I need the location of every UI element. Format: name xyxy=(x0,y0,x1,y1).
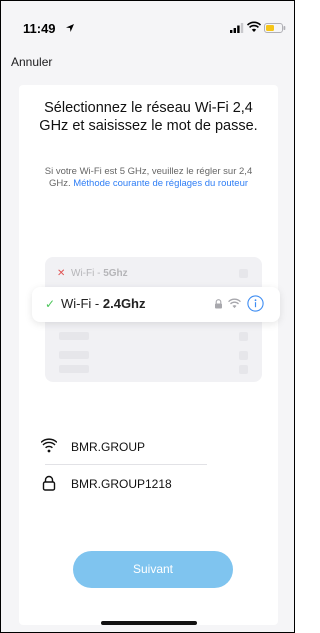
field-divider xyxy=(45,464,207,465)
router-settings-link[interactable]: Méthode courante de réglages du routeur xyxy=(73,178,248,189)
wifi-icon xyxy=(41,438,57,453)
cancel-button[interactable]: Annuler xyxy=(11,55,52,69)
location-arrow-icon xyxy=(66,24,74,32)
placeholder-bar xyxy=(59,351,89,359)
placeholder-box xyxy=(239,365,248,374)
status-bar: 11:49 xyxy=(1,1,294,43)
placeholder-bar xyxy=(59,365,89,373)
subtitle: Si votre Wi-Fi est 5 GHz, veuillez le ré… xyxy=(19,166,278,190)
lock-icon xyxy=(42,475,56,491)
lock-icon xyxy=(215,299,222,309)
info-icon xyxy=(247,295,264,312)
x-icon: ✕ xyxy=(57,268,66,279)
password-input[interactable]: BMR.GROUP1218 xyxy=(71,477,172,491)
wifi-setup-card: Sélectionnez le réseau Wi-Fi 2,4 GHz et … xyxy=(19,85,280,625)
check-icon: ✓ xyxy=(45,297,56,311)
placeholder-box xyxy=(239,269,248,278)
network-5ghz-label: Wi-Fi - 5Ghz xyxy=(71,268,128,279)
screen: 11:49 Annuler Sélectionnez le réseau Wi-… xyxy=(0,0,295,633)
placeholder-bar xyxy=(59,332,89,340)
placeholder-box xyxy=(239,332,248,341)
password-field[interactable]: BMR.GROUP1218 xyxy=(41,470,211,498)
wifi-signal-icon xyxy=(228,298,241,309)
next-button[interactable]: Suivant xyxy=(73,551,233,588)
ssid-field[interactable]: BMR.GROUP xyxy=(41,433,211,461)
network-5ghz: ✕ Wi-Fi - 5Ghz xyxy=(57,264,262,284)
page-title: Sélectionnez le réseau Wi-Fi 2,4 GHz et … xyxy=(39,100,258,134)
ssid-input[interactable]: BMR.GROUP xyxy=(71,440,145,454)
network-24ghz-label: Wi-Fi - 2.4Ghz xyxy=(61,296,146,311)
home-indicator xyxy=(101,621,197,625)
wifi-status-icon xyxy=(247,21,261,32)
placeholder-box xyxy=(239,351,248,360)
status-time: 11:49 xyxy=(23,21,56,36)
battery-icon xyxy=(264,23,286,33)
cellular-signal-icon xyxy=(230,23,244,33)
network-24ghz: ✓ Wi-Fi - 2.4Ghz xyxy=(32,287,280,322)
